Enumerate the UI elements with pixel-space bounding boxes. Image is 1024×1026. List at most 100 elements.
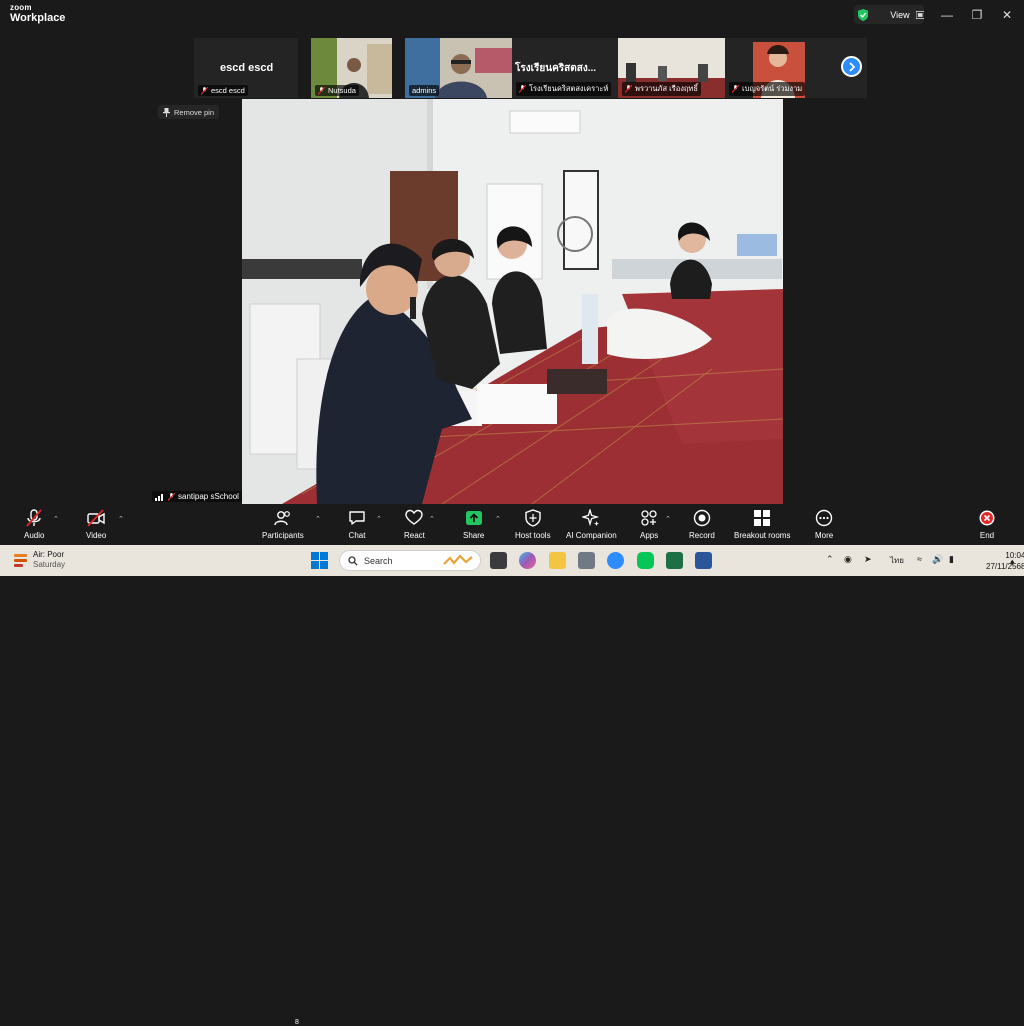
react-options-caret[interactable]: ⌃ xyxy=(429,515,435,523)
search-icon xyxy=(348,555,358,566)
participant-name-label: admins xyxy=(409,85,440,96)
mic-off-icon xyxy=(318,86,325,95)
record-icon xyxy=(693,509,711,527)
task-view-icon[interactable] xyxy=(490,552,507,569)
air-quality-icon xyxy=(14,554,27,567)
input-language[interactable]: ไทย xyxy=(890,554,904,567)
weather-subtitle: Saturday xyxy=(33,560,66,569)
video-button[interactable]: Video xyxy=(86,509,106,540)
windows-logo-icon xyxy=(311,552,328,569)
word-icon[interactable] xyxy=(695,552,712,569)
apps-icon xyxy=(641,510,657,526)
participant-big-name: โรงเรียนคริสตสง... xyxy=(515,63,597,74)
participants-count: 8 xyxy=(295,1019,299,1026)
view-button[interactable]: View xyxy=(854,5,924,24)
breakout-rooms-button[interactable]: Breakout rooms xyxy=(734,509,790,540)
shield-icon xyxy=(525,509,541,527)
restore-icon[interactable]: ❐ xyxy=(970,8,984,22)
shield-check-icon xyxy=(858,8,869,21)
taskbar-clock[interactable]: 10:04 27/11/2568 xyxy=(986,550,1024,572)
share-screen-icon xyxy=(465,511,482,525)
network-tray-icon[interactable]: ➤ xyxy=(864,554,872,565)
ai-companion-button[interactable]: AI Companion xyxy=(566,509,617,540)
excel-icon[interactable] xyxy=(666,552,683,569)
mic-muted-icon xyxy=(26,509,42,527)
clock-time: 10:04 xyxy=(1005,551,1024,560)
weather-widget[interactable]: Air: Poor Saturday xyxy=(14,550,65,570)
notification-bell-icon[interactable]: ♦ xyxy=(1010,557,1015,567)
participant-name-label: พรวานภัส เรืองฤทธิ์ xyxy=(622,82,701,96)
end-icon xyxy=(979,510,995,526)
next-page-button[interactable] xyxy=(841,56,862,77)
copilot-icon[interactable] xyxy=(519,552,536,569)
mic-off-icon xyxy=(625,85,632,93)
apps-options-caret[interactable]: ⌃ xyxy=(665,515,671,523)
zoom-app-icon[interactable] xyxy=(607,552,624,569)
calculator-icon[interactable] xyxy=(578,552,595,569)
brand-top: zoom xyxy=(10,3,32,12)
sparkle-icon xyxy=(582,509,600,527)
chevron-right-icon xyxy=(848,61,855,72)
grid-view-icon xyxy=(915,10,924,19)
meeting-toolbar: Audio ⌃ Video ⌃ Participants 8 ⌃ Chat ⌃ … xyxy=(0,505,1024,1026)
react-button[interactable]: React xyxy=(404,509,425,540)
antivirus-tray-icon[interactable]: ◉ xyxy=(844,554,852,565)
participant-big-name: escd escd xyxy=(220,62,274,74)
participants-icon xyxy=(274,511,290,526)
participant-tile-escd[interactable]: escd escd escd escd xyxy=(194,38,298,98)
participant-tile-benjarat[interactable]: เบญจรัตน์ ร่วมงาม xyxy=(725,38,831,98)
video-off-icon xyxy=(87,509,105,527)
minimize-icon[interactable]: — xyxy=(940,8,954,22)
mic-off-icon xyxy=(732,85,739,93)
heart-icon xyxy=(405,509,424,525)
mic-off-icon xyxy=(201,86,208,95)
volume-icon[interactable]: 🔊 xyxy=(932,554,943,565)
brand-bottom: Workplace xyxy=(10,12,66,24)
main-video[interactable] xyxy=(242,99,783,504)
remove-pin-button[interactable]: Remove pin xyxy=(158,105,220,119)
search-highlight-icon xyxy=(443,553,473,565)
more-button[interactable]: More xyxy=(815,509,833,540)
line-app-icon[interactable] xyxy=(637,552,654,569)
wifi-icon[interactable]: ≈ xyxy=(917,554,922,564)
end-meeting-button[interactable]: End xyxy=(978,509,996,540)
search-placeholder: Search xyxy=(364,555,393,566)
view-label: View xyxy=(890,9,910,20)
video-options-caret[interactable]: ⌃ xyxy=(118,515,124,523)
title-bar: zoom Workplace View — ❐ ✕ xyxy=(0,0,1024,30)
audio-options-caret[interactable]: ⌃ xyxy=(53,515,59,523)
share-options-caret[interactable]: ⌃ xyxy=(495,515,501,523)
mic-off-icon xyxy=(519,85,526,93)
zoom-logo: zoom Workplace xyxy=(10,4,65,24)
participant-name-label: Nutsuda xyxy=(315,85,359,96)
taskbar-search[interactable]: Search xyxy=(339,550,481,571)
participants-button[interactable]: Participants xyxy=(262,509,304,540)
participant-tile-phonwanaphat[interactable]: พรวานภัส เรืองฤทธิ์ xyxy=(618,38,725,98)
record-button[interactable]: Record xyxy=(689,509,715,540)
participant-tile-school[interactable]: โรงเรียนคริสตสง... โรงเรียนคริสตสงเคราะห… xyxy=(512,38,618,98)
close-icon[interactable]: ✕ xyxy=(1000,8,1014,22)
battery-icon[interactable]: ▮ xyxy=(949,554,954,565)
apps-button[interactable]: Apps xyxy=(640,509,658,540)
participant-name-label: escd escd xyxy=(198,85,248,96)
more-icon xyxy=(815,509,833,527)
participants-options-caret[interactable]: ⌃ xyxy=(315,515,321,523)
pin-icon xyxy=(163,107,170,117)
chat-button[interactable]: Chat xyxy=(348,509,366,540)
start-button[interactable] xyxy=(311,552,328,569)
participant-tile-admins[interactable]: admins xyxy=(405,38,512,98)
chevron-up-icon[interactable]: ⌃ xyxy=(826,554,834,565)
windows-taskbar: Air: Poor Saturday Search ⌃ ◉ ➤ ไทย ≈ 🔊 … xyxy=(0,545,1024,576)
meeting-room-video xyxy=(242,99,783,504)
participant-name-label: เบญจรัตน์ ร่วมงาม xyxy=(729,82,806,96)
file-explorer-icon[interactable] xyxy=(549,552,566,569)
weather-title: Air: Poor xyxy=(33,550,65,559)
speaker-name-label: santipap sSchool xyxy=(152,491,242,502)
signal-strength-icon xyxy=(155,493,163,501)
chat-icon xyxy=(349,511,365,525)
audio-button[interactable]: Audio xyxy=(24,509,44,540)
participant-tile-nutsuda[interactable]: Nutsuda xyxy=(311,38,392,98)
share-button[interactable]: Share xyxy=(463,509,484,540)
host-tools-button[interactable]: Host tools xyxy=(515,509,551,540)
chat-options-caret[interactable]: ⌃ xyxy=(376,515,382,523)
